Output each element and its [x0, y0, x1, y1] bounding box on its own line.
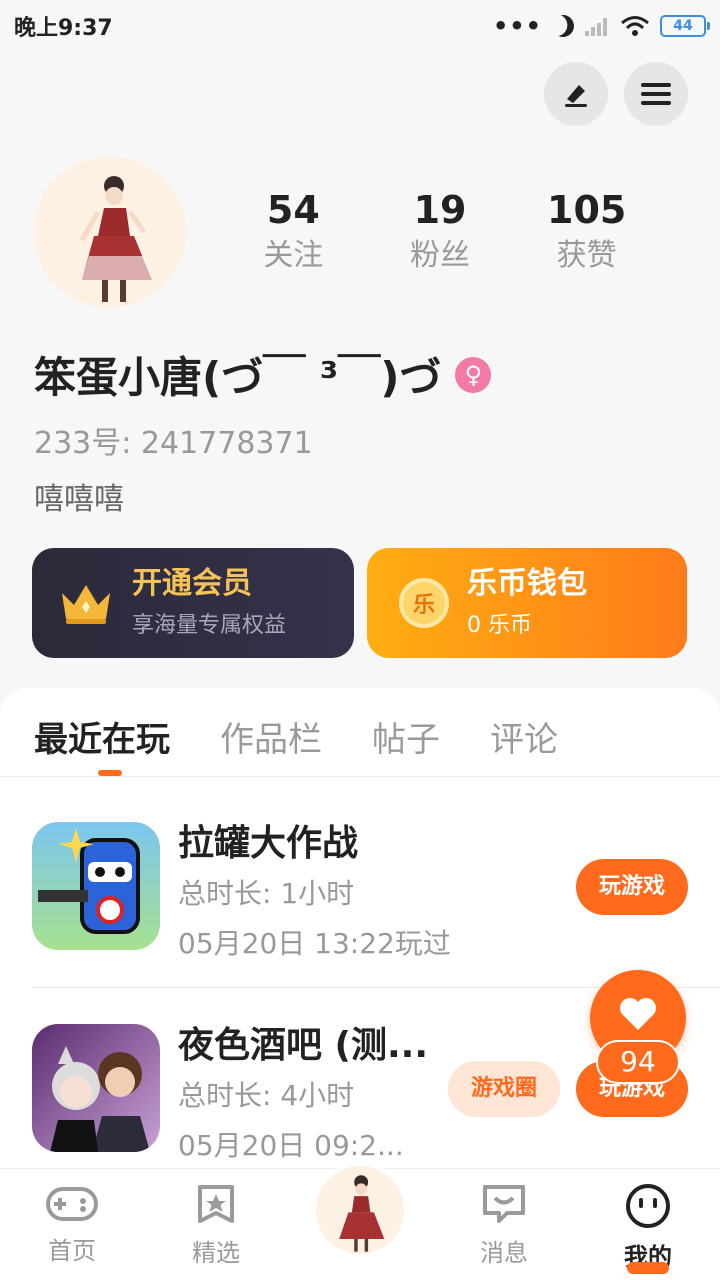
dnd-moon-icon: [549, 12, 577, 40]
play-game-button[interactable]: 玩游戏: [576, 859, 688, 915]
avatar-character-icon: [339, 1175, 385, 1252]
wallet-card-title: 乐币钱包: [467, 566, 587, 601]
profile-stats: 54 关注 19 粉丝 105 获赞: [220, 186, 660, 278]
tab-posts[interactable]: 帖子: [372, 712, 440, 761]
chat-bubble-icon: [483, 1185, 525, 1223]
heart-icon: [620, 998, 656, 1030]
tab-works[interactable]: 作品栏: [220, 712, 322, 761]
game-duration: 总时长: 1小时: [178, 877, 355, 910]
menu-icon: [641, 83, 671, 105]
game-name: 夜色酒吧 (测...: [178, 1025, 429, 1066]
tab-recently-played[interactable]: 最近在玩: [34, 712, 170, 761]
game-icon-night-bar: [32, 1024, 160, 1152]
vip-card-subtitle: 享海量专属权益: [132, 613, 287, 638]
nav-center-avatar-button[interactable]: [312, 1162, 408, 1258]
edit-icon: [565, 85, 587, 107]
game-circle-button[interactable]: 游戏圈: [448, 1061, 560, 1117]
nav-messages[interactable]: 消息: [444, 1183, 564, 1268]
list-item[interactable]: 拉罐大作战 总时长: 1小时 05月20日 13:22玩过 玩游戏: [0, 800, 720, 990]
coin-icon: 乐: [399, 578, 449, 628]
nav-messages-label: 消息: [480, 1239, 528, 1267]
signal-icon: [585, 18, 607, 36]
nav-home-label: 首页: [48, 1237, 96, 1265]
stat-followers[interactable]: 19 粉丝: [367, 186, 514, 278]
stat-label: 粉丝: [410, 238, 470, 273]
wallet-card-subtitle: 0 乐币: [467, 613, 532, 638]
divider: [0, 776, 720, 777]
nav-mine[interactable]: 我的: [588, 1183, 708, 1272]
star-bookmark-icon: [198, 1185, 234, 1223]
vip-card-title: 开通会员: [132, 566, 252, 601]
stat-following[interactable]: 54 关注: [220, 186, 367, 278]
game-duration: 总时长: 4小时: [178, 1079, 355, 1112]
coin-icon-glyph: 乐: [412, 593, 435, 618]
battery-icon: 44: [660, 15, 710, 37]
game-icon-can-battle: [32, 822, 160, 950]
edit-profile-button[interactable]: [544, 62, 608, 126]
stat-number: 19: [413, 188, 467, 232]
nav-active-indicator: [627, 1262, 669, 1274]
avatar[interactable]: [34, 156, 186, 308]
stat-label: 获赞: [556, 238, 617, 273]
stat-label: 关注: [263, 238, 324, 273]
game-name: 拉罐大作战: [178, 823, 359, 864]
username: 笨蛋小唐(づ￣ ³￣)づ: [34, 353, 442, 402]
wallet-card[interactable]: 乐 乐币钱包 0 乐币: [367, 548, 687, 658]
nav-featured-label: 精选: [192, 1239, 240, 1267]
smiley-face-icon: [626, 1184, 670, 1228]
nav-featured[interactable]: 精选: [156, 1183, 276, 1268]
game-last-played: 05月20日 13:22玩过: [178, 927, 451, 960]
crown-icon: [62, 585, 110, 624]
more-dots-icon: •••: [492, 12, 542, 40]
status-bar: 晚上9:37 ••• 44: [0, 0, 720, 52]
bar-characters-icon: [50, 1046, 150, 1152]
status-icons: ••• 44: [492, 12, 710, 40]
username-row: 笨蛋小唐(づ￣ ³￣)づ ♀: [34, 344, 492, 405]
vip-card[interactable]: 开通会员 享海量专属权益: [32, 548, 354, 658]
status-time: 晚上9:37: [14, 16, 113, 41]
nav-home[interactable]: 首页: [12, 1183, 132, 1266]
tab-comments[interactable]: 评论: [490, 712, 558, 761]
avatar-character-icon: [79, 176, 152, 302]
profile-tabs: 最近在玩 作品栏 帖子 评论: [34, 712, 608, 761]
stat-likes[interactable]: 105 获赞: [513, 186, 660, 278]
like-count-badge: 94: [596, 1040, 680, 1084]
wifi-icon: [621, 16, 649, 36]
stat-number: 105: [547, 188, 627, 232]
user-bio: 嘻嘻嘻: [34, 482, 124, 517]
user-id: 233号: 241778371: [34, 426, 313, 461]
game-last-played: 05月20日 09:2...: [178, 1129, 404, 1162]
gender-female-icon: ♀: [455, 356, 492, 393]
stat-number: 54: [266, 188, 320, 232]
can-character-icon: [38, 828, 140, 934]
menu-button[interactable]: [624, 62, 688, 126]
gamepad-icon: [46, 1187, 98, 1221]
